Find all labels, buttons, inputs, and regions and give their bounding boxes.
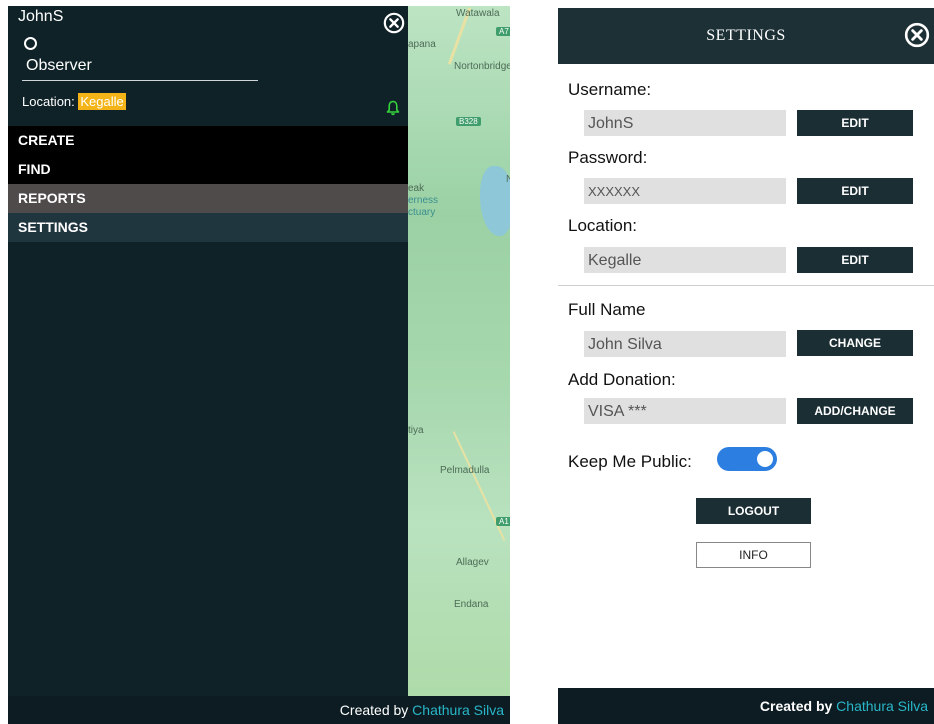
nav-item-find[interactable]: FIND xyxy=(8,155,408,184)
password-label: Password: xyxy=(568,148,648,167)
info-button[interactable]: INFO xyxy=(696,542,811,568)
user-role: Observer xyxy=(26,57,92,74)
map-label: N xyxy=(506,174,510,185)
add-donation-label: Add Donation: xyxy=(568,370,676,389)
map-label: Allagev xyxy=(456,557,489,568)
location-label: Location: xyxy=(568,216,637,235)
location-field[interactable]: Kegalle xyxy=(584,247,786,273)
password-field[interactable]: XXXXXX xyxy=(584,178,786,204)
map-label: apana xyxy=(408,39,436,50)
close-icon[interactable] xyxy=(383,12,405,34)
edit-location-button[interactable]: EDIT xyxy=(797,247,913,273)
map-label: erness xyxy=(408,195,439,206)
bell-icon[interactable] xyxy=(386,100,400,116)
side-drawer: JohnS Observer Location: Kegalle xyxy=(8,6,408,696)
divider xyxy=(22,80,258,81)
map-label: ctuary xyxy=(408,207,436,218)
logout-button[interactable]: LOGOUT xyxy=(696,498,811,524)
footer-text: Created by xyxy=(339,702,409,718)
close-icon[interactable] xyxy=(904,22,930,48)
map-label: Watawala xyxy=(456,8,500,19)
map-label: Nortonbridge xyxy=(454,61,510,72)
keep-public-label: Keep Me Public: xyxy=(568,452,692,471)
nav-item-settings[interactable]: SETTINGS xyxy=(8,213,408,242)
edit-username-button[interactable]: EDIT xyxy=(797,110,913,136)
map-background[interactable]: Watawala A7 apana Nortonbridge B328 eak … xyxy=(408,6,510,696)
footer: Created by Chathura Silva xyxy=(558,688,934,724)
map-label: tiya xyxy=(408,425,424,436)
navigation-screen: Watawala A7 apana Nortonbridge B328 eak … xyxy=(8,6,510,724)
map-label: eak xyxy=(408,183,425,194)
keep-public-toggle[interactable] xyxy=(717,447,777,471)
toggle-knob xyxy=(757,451,773,467)
full-name-label: Full Name xyxy=(568,300,646,319)
donation-field[interactable]: VISA *** xyxy=(584,398,786,424)
settings-header: SETTINGS xyxy=(558,8,934,64)
full-name-field[interactable]: John Silva xyxy=(584,331,786,357)
map-road-shield: B328 xyxy=(456,117,481,126)
location-value: Kegalle xyxy=(78,93,126,110)
edit-password-button[interactable]: EDIT xyxy=(797,178,913,204)
change-full-name-button[interactable]: CHANGE xyxy=(797,330,913,356)
section-divider xyxy=(558,285,934,286)
settings-screen: SETTINGS Username: JohnS EDIT Password: … xyxy=(558,8,934,724)
map-road-shield: A7 xyxy=(496,27,510,36)
username: JohnS xyxy=(18,8,64,25)
footer: Created by Chathura Silva xyxy=(8,696,510,724)
map-road-shield: A1 xyxy=(496,517,510,526)
username-field[interactable]: JohnS xyxy=(584,110,786,136)
username-label: Username: xyxy=(568,80,652,99)
location-row: Location: Kegalle xyxy=(22,93,126,110)
page-title: SETTINGS xyxy=(706,27,786,44)
footer-author-link[interactable]: Chathura Silva xyxy=(412,702,504,718)
map-label: Pelmadulla xyxy=(440,465,490,476)
footer-author-link[interactable]: Chathura Silva xyxy=(836,698,928,714)
footer-text: Created by xyxy=(759,698,833,714)
location-label: Location: xyxy=(22,94,75,109)
nav-item-create[interactable]: CREATE xyxy=(8,126,408,155)
nav-item-reports[interactable]: REPORTS xyxy=(8,184,408,213)
add-change-donation-button[interactable]: ADD/CHANGE xyxy=(797,398,913,424)
map-label: Endana xyxy=(454,599,489,610)
loading-ring-icon xyxy=(24,37,37,50)
